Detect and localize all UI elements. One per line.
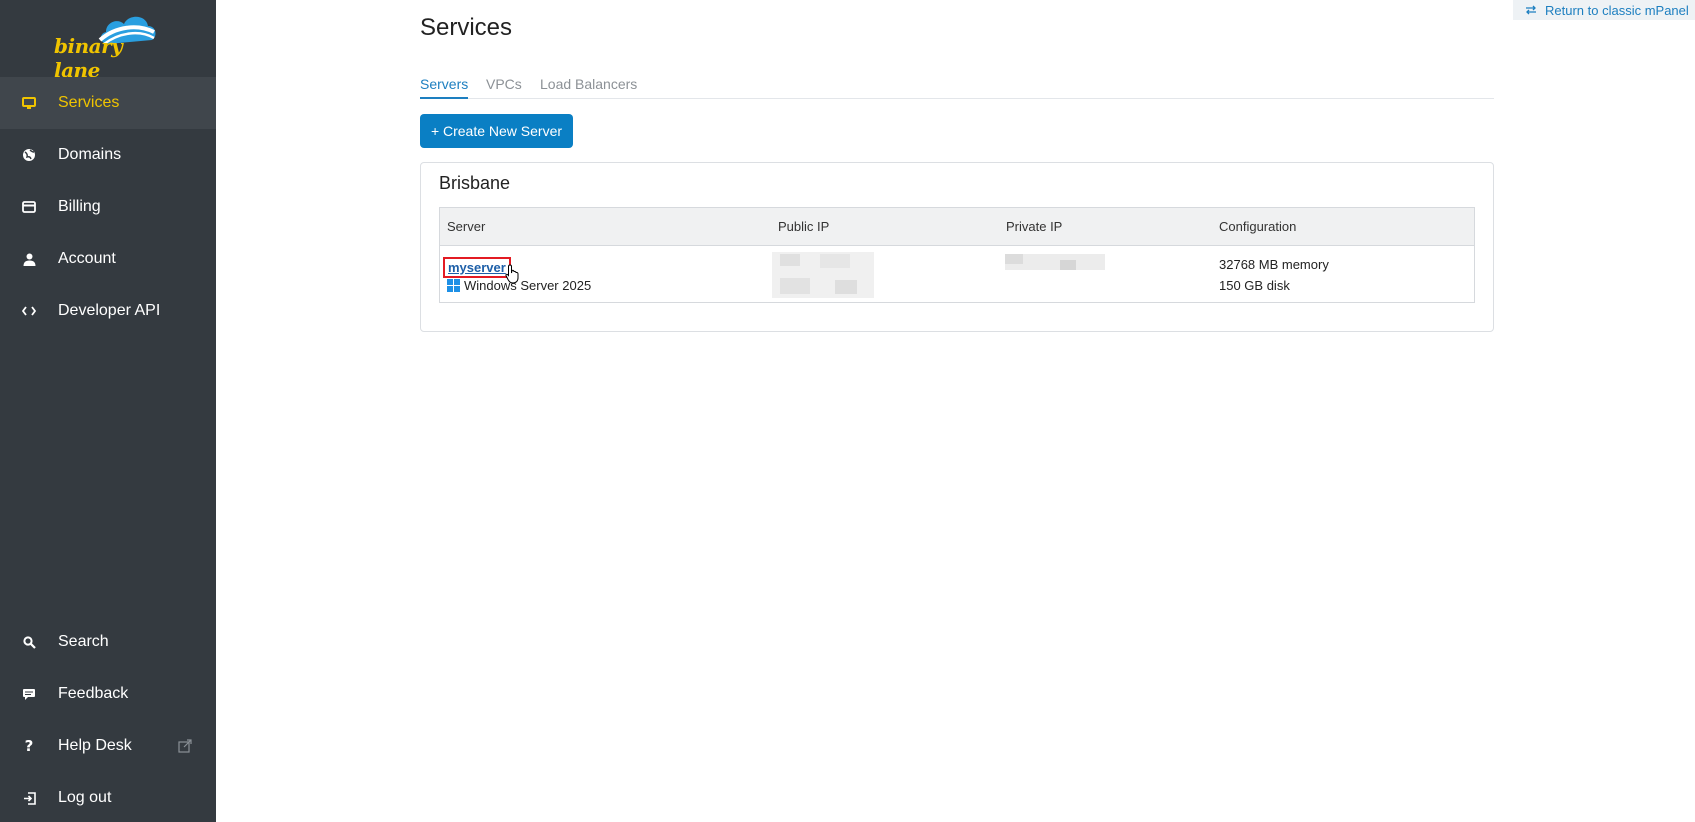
column-header-public-ip: Public IP — [778, 219, 830, 234]
create-new-server-button[interactable]: + Create New Server — [420, 114, 573, 148]
person-icon — [21, 251, 37, 267]
tab-load-balancers[interactable]: Load Balancers — [540, 76, 637, 99]
question-icon: ? — [24, 737, 34, 755]
sidebar-item-label: Account — [58, 250, 116, 267]
sidebar-item-services[interactable]: Services — [0, 77, 216, 129]
tab-servers[interactable]: Servers — [420, 76, 469, 99]
globe-icon — [21, 147, 37, 163]
windows-icon — [447, 279, 460, 292]
column-header-configuration: Configuration — [1219, 219, 1297, 234]
sidebar-item-feedback[interactable]: Feedback — [0, 668, 216, 720]
binary-lane-logo[interactable]: binary lane — [50, 10, 170, 82]
monitor-icon — [21, 95, 37, 111]
code-icon — [21, 303, 37, 319]
page-title: Services — [420, 14, 513, 41]
column-header-server: Server — [447, 219, 486, 234]
tab-vpcs[interactable]: VPCs — [486, 76, 522, 99]
sidebar-item-label: Services — [58, 94, 120, 111]
server-name-link[interactable]: myserver — [443, 257, 511, 278]
sidebar-item-developer-api[interactable]: Developer API — [0, 285, 216, 337]
sidebar: binary lane Services Domains Billing Acc… — [0, 0, 216, 822]
chat-icon — [21, 686, 37, 702]
return-classic-mpanel-link[interactable]: Return to classic mPanel — [1513, 0, 1695, 20]
sidebar-item-label: Developer API — [58, 302, 161, 319]
logout-icon — [21, 790, 37, 806]
sidebar-item-help-desk[interactable]: ? Help Desk — [0, 720, 216, 772]
server-os-label: Windows Server 2025 — [464, 278, 592, 293]
return-classic-label: Return to classic mPanel — [1545, 2, 1689, 18]
swap-arrows-icon — [1526, 5, 1536, 15]
sidebar-item-label: Help Desk — [58, 737, 132, 754]
sidebar-bottom-nav: Search Feedback ? Help Desk Log out — [0, 616, 216, 822]
sidebar-item-label: Search — [58, 633, 109, 650]
sidebar-item-label: Domains — [58, 146, 122, 163]
region-card: Brisbane Server Public IP Private IP Con… — [420, 162, 1494, 332]
service-tabs: Servers VPCs Load Balancers — [420, 76, 1494, 99]
sidebar-item-account[interactable]: Account — [0, 233, 216, 285]
sidebar-item-domains[interactable]: Domains — [0, 129, 216, 181]
sidebar-item-search[interactable]: Search — [0, 616, 216, 668]
sidebar-item-label: Feedback — [58, 685, 129, 702]
credit-card-icon — [21, 199, 37, 215]
column-header-private-ip: Private IP — [1006, 219, 1063, 234]
sidebar-item-log-out[interactable]: Log out — [0, 772, 216, 822]
sidebar-nav: Services Domains Billing Account Develop… — [0, 77, 216, 337]
search-icon — [21, 634, 37, 650]
table-header: Server Public IP Private IP Configuratio… — [440, 208, 1474, 246]
config-memory: 32768 MB memory — [1219, 257, 1329, 272]
sidebar-item-billing[interactable]: Billing — [0, 181, 216, 233]
external-link-icon — [178, 739, 192, 753]
hand-cursor-icon — [505, 264, 519, 284]
sidebar-item-label: Log out — [58, 789, 112, 806]
servers-table: Server Public IP Private IP Configuratio… — [439, 207, 1475, 303]
sidebar-item-label: Billing — [58, 198, 101, 215]
logo-text: binary lane — [54, 34, 123, 82]
region-title: Brisbane — [439, 173, 511, 193]
config-disk: 150 GB disk — [1219, 278, 1290, 293]
